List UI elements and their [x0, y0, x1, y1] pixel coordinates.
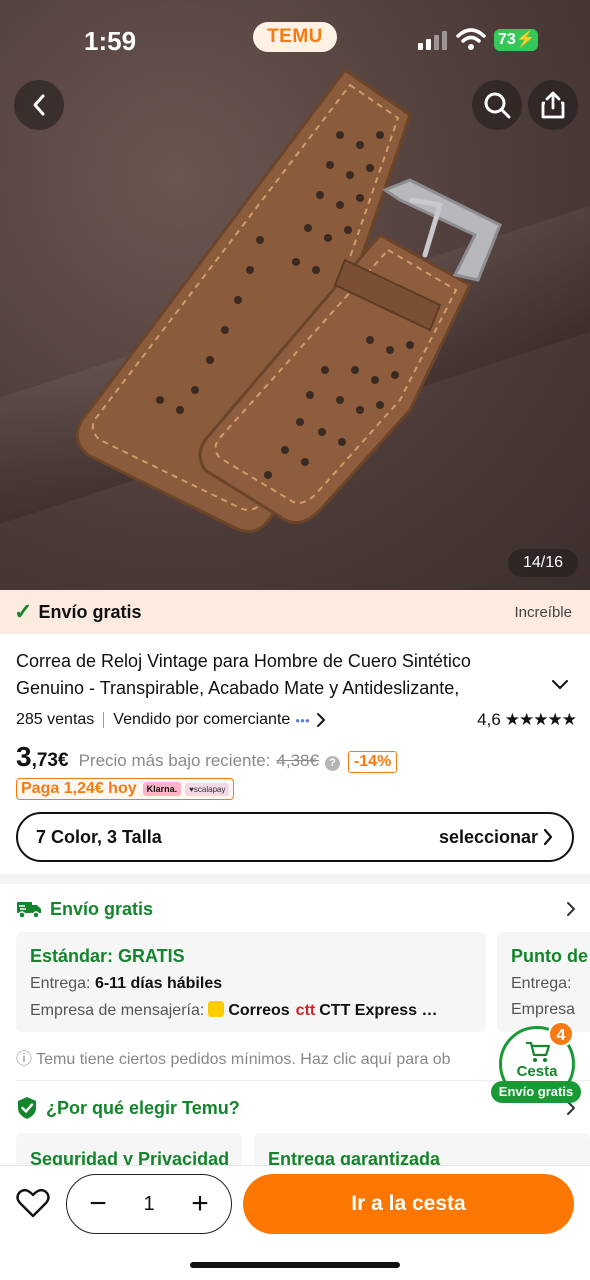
star-rating-icon: ★★★★★: [504, 710, 577, 729]
pay-today-text: Paga 1,24€ hoy: [21, 780, 137, 797]
previous-price: 4,38€: [276, 751, 319, 770]
shipping-options[interactable]: Estándar: GRATIS Entrega: 6-11 días hábi…: [16, 932, 590, 1032]
check-icon: ✓: [14, 599, 33, 624]
cart-label: Cesta: [516, 1063, 558, 1080]
variant-select-label: seleccionar: [438, 826, 538, 847]
chevron-right-icon: [543, 828, 553, 846]
delivery-value: 6-11 días hábiles: [94, 975, 223, 992]
why-temu-title: ¿Por qué elegir Temu?: [46, 1097, 240, 1118]
free-shipping-bar: ✓ Envío gratis Increíble: [0, 590, 590, 634]
pickup-shipping-card[interactable]: Punto de Entrega: Empresa: [497, 932, 590, 1032]
battery-level: 73: [498, 31, 516, 48]
ctt-logo: ctt: [295, 1002, 316, 1019]
standard-delivery-line: Entrega: 6-11 días hábiles: [30, 975, 472, 993]
meta-divider: [103, 712, 105, 728]
chevron-left-icon: [33, 94, 45, 116]
increase-quantity-button[interactable]: +: [187, 1189, 213, 1219]
courier-line: Empresa de mensajería: Correos ctt CTT Expr…: [30, 1001, 472, 1020]
status-time: 1:59: [84, 26, 137, 56]
product-image[interactable]: 1:59 TEMU 73⚡ 14/16: [0, 0, 590, 590]
chevron-right-icon[interactable]: [316, 712, 326, 728]
minimum-order-notice[interactable]: ⓘ Temu tiene ciertos pedidos mínimos. Ha…: [16, 1045, 506, 1069]
standard-shipping-card[interactable]: Estándar: GRATIS Entrega: 6-11 días hábi…: [16, 932, 486, 1032]
price-decimal: ,73€: [31, 750, 69, 771]
go-to-cart-button[interactable]: Ir a la cesta: [243, 1174, 574, 1234]
product-meta: 285 ventas Vendido por comerciante ●●● 4…: [16, 709, 577, 731]
seller-logo-icon: ●●●: [295, 715, 310, 725]
standard-shipping-title: Estándar: GRATIS: [30, 946, 185, 966]
product-title[interactable]: Correa de Reloj Vintage para Hombre de C…: [16, 648, 542, 702]
section-divider: [0, 874, 590, 884]
chevron-right-icon: [567, 902, 575, 916]
pickup-courier-label: Empresa: [511, 1001, 576, 1018]
cart-free-shipping-tag: Envío gratis: [491, 1081, 581, 1103]
courier-correos: Correos: [228, 1002, 290, 1019]
truck-icon: [17, 902, 41, 919]
chevron-down-icon[interactable]: [550, 678, 570, 692]
pickup-delivery-label: Entrega:: [511, 975, 572, 992]
discount-badge: -14%: [347, 751, 398, 773]
rating-value: 4,6: [477, 710, 501, 729]
back-button[interactable]: [14, 80, 64, 130]
wifi-icon: [456, 28, 486, 50]
variant-summary: 7 Color, 3 Talla: [36, 826, 162, 847]
pickup-shipping-title: Punto de: [511, 946, 588, 966]
signal-icon: [418, 31, 447, 50]
decrease-quantity-button[interactable]: −: [85, 1189, 111, 1219]
variant-selector[interactable]: 7 Color, 3 Talla seleccionar: [16, 812, 574, 862]
image-counter: 14/16: [508, 549, 578, 577]
status-bar: 1:59 TEMU 73⚡: [0, 0, 590, 80]
pay-later-badge[interactable]: Paga 1,24€ hoy Klarna. ♥scalapay: [16, 778, 235, 800]
previous-price-label: Precio más bajo reciente:: [78, 751, 271, 770]
home-indicator[interactable]: [190, 1262, 400, 1268]
why-temu-header[interactable]: ¿Por qué elegir Temu?: [16, 1095, 576, 1121]
klarna-logo: Klarna.: [142, 782, 182, 796]
product-page: 1:59 TEMU 73⚡ 14/16 ✓ Envío gratis Incre…: [0, 0, 590, 1280]
delivery-label: Entrega:: [30, 975, 91, 992]
quantity-stepper: − 1 +: [66, 1174, 232, 1234]
variant-select-action: seleccionar: [439, 827, 554, 848]
search-button[interactable]: [472, 80, 522, 130]
cart-count-badge: 4: [548, 1021, 574, 1047]
quantity-value[interactable]: 1: [143, 1193, 154, 1216]
courier-label: Empresa de mensajería:: [30, 1002, 205, 1019]
heart-icon[interactable]: [16, 1188, 50, 1218]
share-icon: [541, 91, 565, 119]
price-row: 3 ,73€ Precio más bajo reciente: 4,38€ ?…: [16, 741, 398, 777]
free-shipping-label: Envío gratis: [38, 601, 142, 622]
temu-badge[interactable]: TEMU: [253, 22, 337, 52]
shipping-section-header[interactable]: Envío gratis: [16, 896, 576, 922]
cart-icon: [526, 1041, 550, 1062]
bottom-action-bar: − 1 + Ir a la cesta: [0, 1165, 590, 1280]
correos-icon: [208, 1001, 225, 1017]
share-button[interactable]: [528, 80, 578, 130]
search-icon: [484, 92, 511, 119]
sales-count: 285 ventas: [16, 711, 95, 728]
battery-indicator: 73⚡: [494, 29, 538, 51]
seller-link[interactable]: Vendido por comerciante: [113, 711, 290, 729]
shipping-section-title: Envío gratis: [50, 898, 154, 919]
info-icon[interactable]: ?: [324, 756, 340, 771]
rating[interactable]: 4,6 ★★★★★: [477, 710, 577, 730]
promo-tag: Increíble: [514, 603, 572, 621]
courier-ctt-express: CTT Express …: [319, 1002, 438, 1019]
shield-check-icon: [18, 1097, 36, 1119]
price-integer: 3: [16, 741, 32, 772]
scalapay-logo: ♥scalapay: [185, 782, 230, 796]
charging-icon: ⚡: [515, 31, 536, 48]
